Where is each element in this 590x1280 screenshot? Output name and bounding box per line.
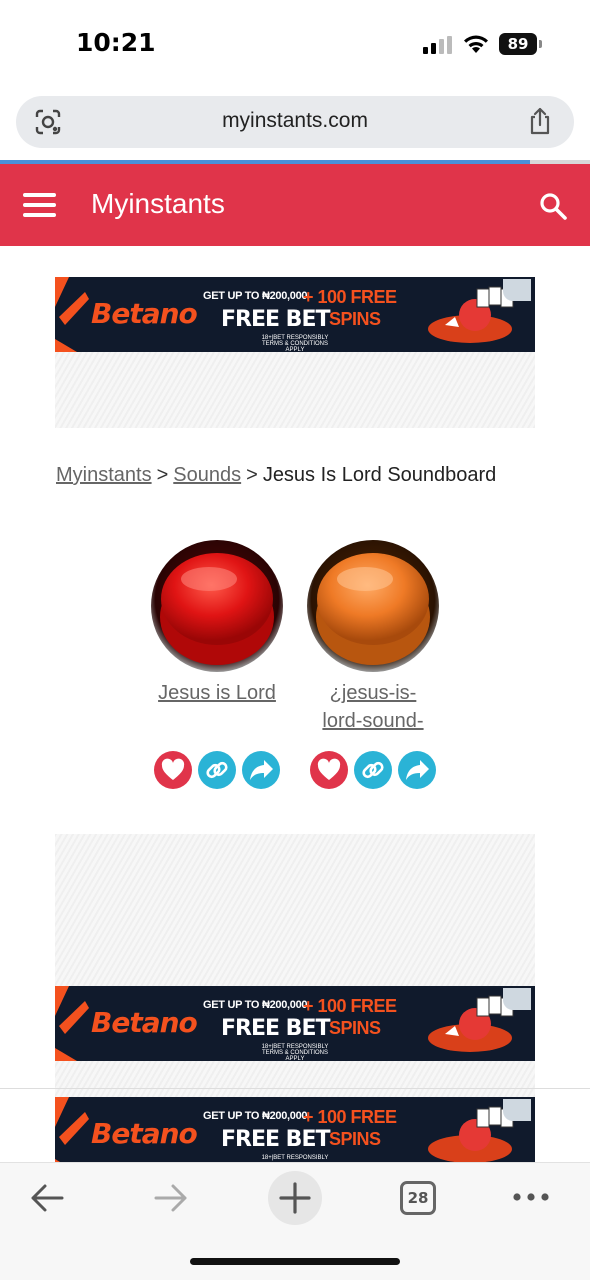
sound-title-link[interactable]: ¿jesus-is- lord-sound- <box>295 679 451 735</box>
sound-play-button[interactable] <box>305 539 441 673</box>
breadcrumb-sounds-link[interactable]: Sounds <box>173 464 241 486</box>
battery-tip <box>539 40 542 48</box>
ad-choices-icon[interactable] <box>503 279 531 301</box>
forward-arrow-icon[interactable] <box>152 1181 190 1215</box>
more-options-icon[interactable] <box>512 1191 550 1203</box>
ad-stripes-graphic <box>55 277 89 352</box>
ad-headline-main: FREE BET <box>221 1127 330 1152</box>
sound-title-link[interactable]: Jesus is Lord <box>149 679 285 707</box>
ad-choices-icon[interactable] <box>503 988 531 1010</box>
site-title[interactable]: Myinstants <box>91 188 225 220</box>
ad-headline-spins: SPINS <box>329 309 381 329</box>
ad-headline-plus: + 100 FREE <box>303 287 397 307</box>
breadcrumb-separator: > <box>156 464 169 486</box>
ad-headline-spins: SPINS <box>329 1129 381 1149</box>
sound-play-button[interactable] <box>149 539 285 673</box>
url-text[interactable]: myinstants.com <box>16 109 574 133</box>
sound-title-line[interactable]: ¿jesus-is- <box>295 679 451 707</box>
ad-headline-small: GET UP TO ₦200,000 <box>203 999 308 1011</box>
address-bar[interactable]: myinstants.com <box>16 96 574 148</box>
breadcrumb-current: Jesus Is Lord Soundboard <box>262 464 497 486</box>
share-icon[interactable] <box>526 106 554 136</box>
site-header: Myinstants <box>0 164 590 246</box>
copy-link-icon[interactable] <box>354 751 392 789</box>
wifi-icon <box>464 35 488 53</box>
share-arrow-icon[interactable] <box>242 751 280 789</box>
ad-fine-print-terms: TERMS & CONDITIONS APPLY <box>261 341 328 352</box>
sticky-ad-banner[interactable]: Betano GET UP TO ₦200,000 + 100 FREE FRE… <box>55 1097 535 1162</box>
breadcrumb: Myinstants > Sounds > Jesus Is Lord Soundboa… <box>56 464 496 487</box>
ad-headline-main: FREE BET <box>221 1016 330 1041</box>
favorite-heart-icon[interactable] <box>154 751 192 789</box>
favorite-heart-icon[interactable] <box>310 751 348 789</box>
search-icon[interactable] <box>538 191 568 221</box>
menu-icon[interactable] <box>23 193 56 217</box>
back-arrow-icon[interactable] <box>28 1181 66 1215</box>
cellular-signal-icon <box>423 36 453 54</box>
ad-stripes-graphic <box>55 1097 89 1162</box>
status-time: 10:21 <box>76 28 156 57</box>
ad-brand: Betano <box>91 297 198 330</box>
ad-headline-plus: + 100 FREE <box>303 1107 397 1127</box>
ad-banner[interactable]: Betano GET UP TO ₦200,000 + 100 FREE FRE… <box>55 986 535 1061</box>
ad-headline-plus: + 100 FREE <box>303 996 397 1016</box>
ad-headline-main: FREE BET <box>221 307 330 332</box>
status-bar: 10:21 89 <box>0 0 590 88</box>
ad-placeholder <box>55 1061 535 1097</box>
ad-stripes-graphic <box>55 986 89 1061</box>
ad-choices-icon[interactable] <box>503 1099 531 1121</box>
ad-placeholder <box>55 834 535 986</box>
ad-brand: Betano <box>91 1006 198 1039</box>
breadcrumb-home-link[interactable]: Myinstants <box>56 464 152 486</box>
tab-switcher-button[interactable]: 28 <box>400 1181 436 1215</box>
breadcrumb-separator: > <box>246 464 258 486</box>
ad-placeholder <box>55 352 535 428</box>
sound-title-line[interactable]: lord-sound- <box>295 707 451 735</box>
sticky-ad-divider <box>0 1088 590 1089</box>
ad-headline-small: GET UP TO ₦200,000 <box>203 1110 308 1122</box>
ad-fine-print: 18+|BET RESPONSIBLY <box>261 1155 329 1161</box>
ad-brand: Betano <box>91 1117 198 1150</box>
copy-link-icon[interactable] <box>198 751 236 789</box>
ad-headline-spins: SPINS <box>329 1018 381 1038</box>
home-indicator <box>190 1258 400 1265</box>
ad-headline-small: GET UP TO ₦200,000 <box>203 290 308 302</box>
ad-fine-print-terms: TERMS & CONDITIONS APPLY <box>261 1050 328 1061</box>
plus-icon <box>279 1182 311 1214</box>
new-tab-button[interactable] <box>268 1171 322 1225</box>
share-arrow-icon[interactable] <box>398 751 436 789</box>
battery-indicator: 89 <box>499 33 537 55</box>
ad-banner[interactable]: Betano GET UP TO ₦200,000 + 100 FREE FRE… <box>55 277 535 352</box>
